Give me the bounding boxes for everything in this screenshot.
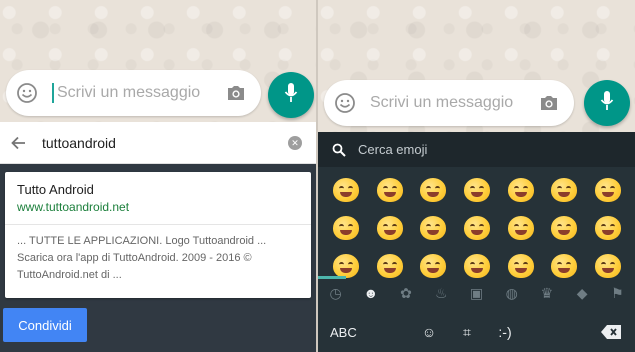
laughing-face-icon [507, 178, 534, 202]
kissing-face-icon [376, 254, 403, 278]
gear-icon[interactable]: ✿ [388, 279, 423, 307]
smiling-face-icon [376, 216, 403, 240]
halo-face-icon [551, 254, 578, 278]
basketball-icon[interactable]: ◍ [494, 279, 529, 307]
car-icon[interactable]: ▣ [459, 279, 494, 307]
emoji-search-placeholder: Cerca emoji [358, 142, 428, 157]
celebration-icon[interactable]: ♨ [424, 279, 459, 307]
emoji-grid [324, 172, 630, 286]
emoji-keyboard-pane: Scrivi un messaggio Cerca emoji ◷ ☻ ✿ ♨ … [318, 0, 635, 352]
emoji-key[interactable] [324, 210, 368, 248]
result-url: www.tuttoandroid.net [17, 200, 130, 214]
emoji-key[interactable] [455, 210, 499, 248]
grinning-face-icon [332, 178, 359, 202]
laughing-face-icon [594, 178, 621, 202]
emoji-key[interactable] [411, 210, 455, 248]
message-input[interactable]: Scrivi un messaggio [52, 83, 225, 103]
kissing-face-icon [594, 216, 621, 240]
text-cursor [52, 83, 54, 103]
emoji-key[interactable] [455, 172, 499, 210]
clear-icon[interactable]: ✕ [288, 135, 302, 150]
sunglasses-face-icon [463, 216, 490, 240]
grinning-face-icon [420, 178, 447, 202]
emoji-category-bar: ◷ ☻ ✿ ♨ ▣ ◍ ♛ ◆ ⚑ [318, 279, 635, 307]
camera-icon[interactable] [225, 82, 247, 104]
clock-icon[interactable]: ◷ [318, 279, 353, 307]
nerd-face-icon [594, 254, 621, 278]
emoji-key[interactable] [586, 210, 630, 248]
emoji-key[interactable] [542, 172, 586, 210]
message-input[interactable]: Scrivi un messaggio [370, 94, 538, 112]
gif-icon[interactable]: ⌗ [448, 324, 486, 341]
smiling-face-icon [463, 254, 490, 278]
message-composer[interactable]: Scrivi un messaggio [324, 80, 574, 126]
message-composer[interactable]: Scrivi un messaggio [6, 70, 261, 116]
message-placeholder: Scrivi un messaggio [57, 84, 201, 102]
mic-icon [600, 90, 614, 117]
search-bar: tuttoandroid ✕ [0, 122, 316, 164]
result-title: Tutto Android [17, 182, 94, 197]
share-button[interactable]: Condividi [3, 308, 87, 342]
camera-icon[interactable] [538, 92, 560, 114]
divider [5, 224, 311, 225]
diamond-icon[interactable]: ◆ [565, 279, 600, 307]
emoji-key[interactable] [411, 172, 455, 210]
emoji-key[interactable] [499, 172, 543, 210]
smiley-icon[interactable]: ☻ [353, 279, 388, 307]
emoticon-tab[interactable]: :-) [486, 324, 524, 340]
search-input[interactable]: tuttoandroid [42, 135, 288, 151]
smiley-icon[interactable] [16, 82, 38, 104]
winking-face-icon [332, 216, 359, 240]
emoji-key[interactable] [542, 210, 586, 248]
keyboard-bottom-bar: ABC ☺ ⌗ :-) [318, 312, 635, 352]
smiling-face-icon [463, 178, 490, 202]
emoji-key[interactable] [499, 210, 543, 248]
grinning-face-icon [376, 178, 403, 202]
smirking-face-icon [420, 216, 447, 240]
search-icon [332, 143, 346, 157]
emoji-key[interactable] [324, 172, 368, 210]
emoji-tab-icon[interactable]: ☺ [410, 324, 448, 340]
flag-icon[interactable]: ⚑ [600, 279, 635, 307]
search-result-card[interactable]: Tutto Android www.tuttoandroid.net ... T… [5, 172, 311, 298]
heart-eyes-face-icon [507, 216, 534, 240]
laughing-face-icon [551, 178, 578, 202]
emoji-key[interactable] [368, 172, 412, 210]
emoji-key[interactable] [368, 210, 412, 248]
result-snippet: ... TUTTE LE APPLICAZIONI. Logo Tuttoand… [17, 235, 267, 281]
emoji-keyboard: Cerca emoji ◷ ☻ ✿ ♨ ▣ ◍ ♛ ◆ ⚑ ABC ☺ ⌗:-… [318, 132, 635, 352]
search-share-pane: Scrivi un messaggio tuttoandroid ✕ Tutto… [0, 0, 316, 352]
mic-icon [284, 82, 298, 109]
abc-key[interactable]: ABC [330, 325, 410, 340]
kissing-face-icon [551, 216, 578, 240]
backspace-icon[interactable] [601, 325, 621, 339]
mic-button[interactable] [584, 80, 630, 126]
thinking-face-icon [332, 254, 359, 278]
emoji-search-bar[interactable]: Cerca emoji [318, 132, 635, 167]
smiling-face-icon [420, 254, 447, 278]
crown-icon[interactable]: ♛ [529, 279, 564, 307]
emoji-key[interactable] [586, 172, 630, 210]
back-arrow-icon[interactable] [10, 136, 30, 150]
mic-button[interactable] [268, 72, 314, 118]
smiley-icon[interactable] [334, 92, 356, 114]
hugging-face-icon [507, 254, 534, 278]
